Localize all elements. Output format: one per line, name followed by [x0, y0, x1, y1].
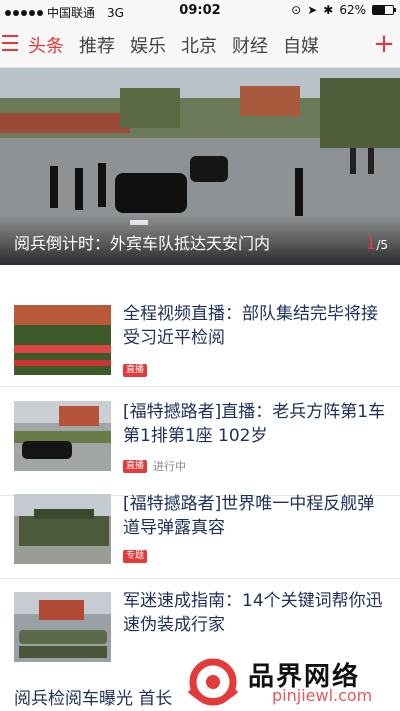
- tab-channel[interactable]: 头条: [28, 32, 64, 58]
- hero-pager: 1/5: [365, 234, 388, 254]
- tab-channel[interactable]: 自媒: [283, 32, 319, 58]
- add-channel-button[interactable]: +: [368, 22, 400, 67]
- hero-caption: 阅兵倒计时：外宾车队抵达天安门内: [14, 234, 271, 253]
- menu-icon[interactable]: [2, 35, 18, 53]
- status-bar: 中国联通 3G 09:02 ⊙ ➤ ✱ 62%: [0, 0, 400, 22]
- news-item[interactable]: [福特撼路者]直播：老兵方阵第1车第1排第1座 102岁 直播 进行中: [0, 387, 400, 496]
- tab-channel[interactable]: 北京: [181, 32, 217, 58]
- news-title: 全程视频直播：部队集结完毕将接受习近平检阅: [123, 304, 378, 348]
- channel-bar: 头条 推荐 娱乐 北京 财经 自媒 +: [0, 22, 400, 68]
- live-badge: 直播: [123, 460, 148, 473]
- hero-carousel[interactable]: 阅兵倒计时：外宾车队抵达天安门内 1/5: [0, 68, 400, 265]
- tab-channel[interactable]: 推荐: [79, 32, 115, 58]
- news-thumbnail: [14, 494, 111, 564]
- news-thumbnail: [14, 401, 111, 471]
- bluetooth-icon: ✱: [323, 3, 334, 17]
- news-title: [福特撼路者]世界唯一中程反舰弹道导弹露真容: [123, 494, 375, 538]
- tab-channel[interactable]: 财经: [232, 32, 268, 58]
- brand-logo: [187, 658, 239, 706]
- live-status: 进行中: [153, 460, 186, 473]
- news-item[interactable]: [福特撼路者]世界唯一中程反舰弹道导弹露真容 专题: [0, 494, 400, 579]
- news-thumbnail: [14, 592, 111, 662]
- battery-percent: 62%: [339, 3, 366, 17]
- live-badge: 直播: [123, 364, 148, 377]
- news-item[interactable]: 全程视频直播：部队集结完毕将接受习近平检阅 直播: [0, 265, 400, 387]
- news-title[interactable]: 阅兵检阅车曝光 首长: [14, 684, 172, 709]
- rotation-lock-icon: ⊙: [291, 3, 302, 17]
- news-thumbnail: [14, 305, 111, 375]
- topic-badge: 专题: [123, 550, 148, 563]
- watermark: 品界网络 pinjiewl.com: [180, 652, 400, 711]
- watermark-url: pinjiewl.com: [272, 686, 373, 705]
- tab-channel[interactable]: 娱乐: [130, 32, 166, 58]
- battery-icon: [372, 5, 396, 15]
- news-title: [福特撼路者]直播：老兵方阵第1车第1排第1座 102岁: [123, 402, 386, 446]
- news-title: 军迷速成指南：14个关键词帮你迅速伪装成行家: [123, 591, 383, 635]
- channel-tabs: 头条 推荐 娱乐 北京 财经 自媒: [28, 32, 319, 58]
- location-icon: ➤: [307, 3, 318, 17]
